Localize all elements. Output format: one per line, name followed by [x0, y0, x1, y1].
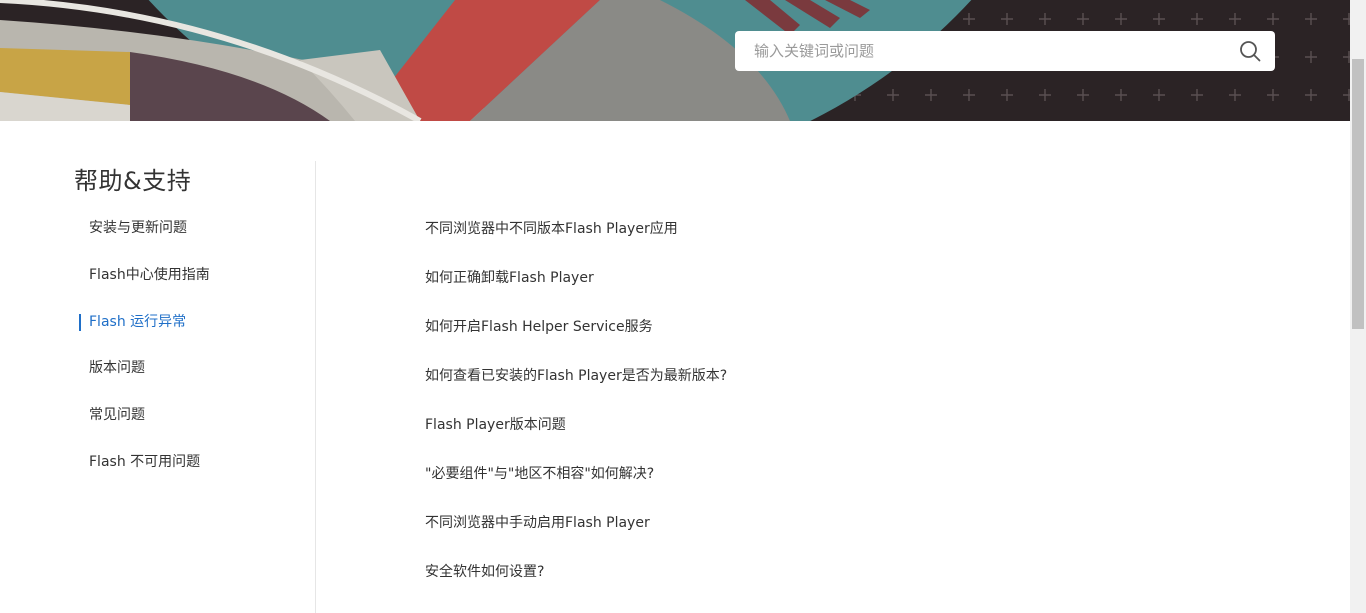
header-banner	[0, 0, 1350, 121]
scrollbar-thumb[interactable]	[1352, 59, 1364, 329]
faq-link[interactable]: 不同浏览器中不同版本Flash Player应用	[425, 211, 727, 260]
search-box	[735, 31, 1275, 71]
faq-link[interactable]: 安全软件如何设置?	[425, 554, 727, 603]
sidebar-item-flash-runtime-errors[interactable]: Flash 运行异常	[0, 304, 315, 351]
sidebar-item-flash-center-guide[interactable]: Flash中心使用指南	[0, 257, 315, 304]
search-icon[interactable]	[1239, 40, 1261, 62]
sidebar-nav: 安装与更新问题 Flash中心使用指南 Flash 运行异常 版本问题 常见问题…	[0, 210, 315, 491]
faq-link[interactable]: 如何正确卸载Flash Player	[425, 260, 727, 309]
faq-link[interactable]: Flash Player版本问题	[425, 407, 727, 456]
faq-link[interactable]: "必要组件"与"地区不相容"如何解决?	[425, 456, 727, 505]
sidebar-title: 帮助&支持	[74, 167, 192, 195]
faq-link[interactable]: 如何开启Flash Helper Service服务	[425, 309, 727, 358]
sidebar-item-install-update[interactable]: 安装与更新问题	[0, 210, 315, 257]
sidebar-item-version-issues[interactable]: 版本问题	[0, 350, 315, 397]
page-scrollbar[interactable]	[1350, 0, 1366, 613]
page: 帮助&支持 安装与更新问题 Flash中心使用指南 Flash 运行异常 版本问…	[0, 0, 1366, 613]
main-content: 不同浏览器中不同版本Flash Player应用 如何正确卸载Flash Pla…	[316, 121, 1350, 613]
sidebar-item-common-questions[interactable]: 常见问题	[0, 397, 315, 444]
faq-link[interactable]: 不同浏览器中手动启用Flash Player	[425, 505, 727, 554]
faq-link[interactable]: 如何查看已安装的Flash Player是否为最新版本?	[425, 358, 727, 407]
sidebar-item-flash-unavailable[interactable]: Flash 不可用问题	[0, 444, 315, 491]
faq-list: 不同浏览器中不同版本Flash Player应用 如何正确卸载Flash Pla…	[425, 211, 727, 603]
search-input[interactable]	[735, 31, 1225, 71]
sidebar: 帮助&支持 安装与更新问题 Flash中心使用指南 Flash 运行异常 版本问…	[0, 161, 316, 613]
